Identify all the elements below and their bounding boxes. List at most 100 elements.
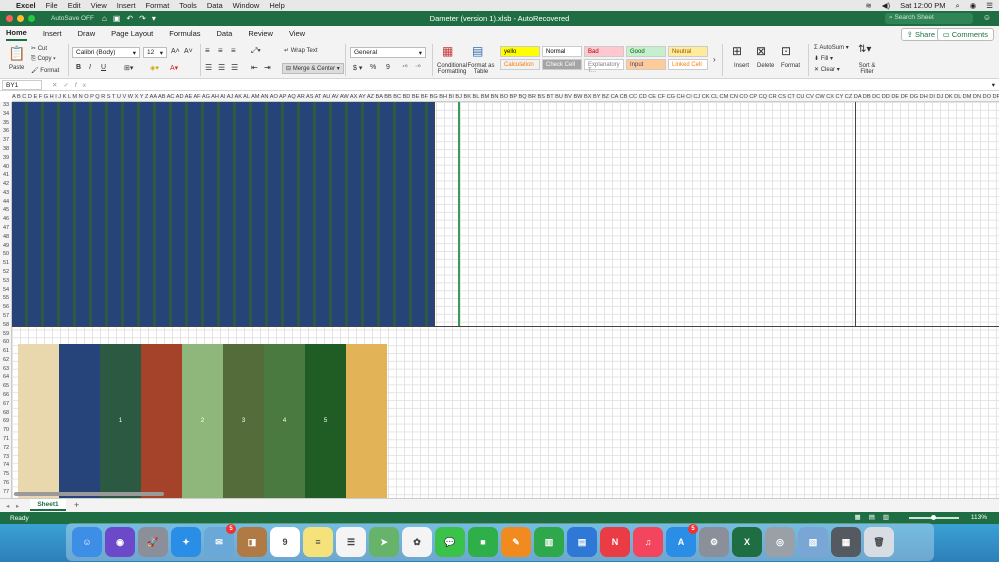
cell-style-bad[interactable]: Bad (584, 46, 624, 57)
mail-icon[interactable]: ✉ 5 (204, 524, 236, 557)
tab-draw[interactable]: Draw (78, 27, 96, 40)
bold-button[interactable]: B (76, 64, 81, 71)
tab-view[interactable]: View (289, 27, 305, 40)
feedback-icon[interactable]: ☺ (983, 13, 991, 22)
photo-folder-icon[interactable]: ▦ (831, 527, 861, 557)
row-header[interactable]: 58 (0, 322, 12, 328)
row-header[interactable]: 34 (0, 111, 12, 117)
paste-button[interactable]: Paste (9, 65, 24, 71)
row-header[interactable]: 35 (0, 120, 12, 126)
safari-icon[interactable]: ✦ (171, 527, 201, 557)
row-header[interactable]: 55 (0, 295, 12, 301)
increase-font-size-icon[interactable]: A˄ (171, 48, 180, 55)
add-sheet-button[interactable]: + (74, 500, 79, 510)
contacts-icon[interactable]: ◨ (237, 527, 267, 557)
autosave-toggle[interactable]: AutoSave OFF (51, 15, 94, 22)
row-header[interactable]: 50 (0, 251, 12, 257)
minimize-window-icon[interactable] (17, 15, 24, 22)
row-header[interactable]: 48 (0, 234, 12, 240)
trash-icon[interactable]: 🗑 (864, 527, 894, 557)
row-header[interactable]: 44 (0, 199, 12, 205)
column-headers[interactable]: A B C D E F G H I J K L M N O P Q R S T … (12, 94, 999, 102)
cell-style-check-cell[interactable]: Check Cell (542, 59, 582, 70)
row-header[interactable]: 52 (0, 269, 12, 275)
home-icon[interactable]: ⌂ (102, 14, 107, 23)
photos-icon[interactable]: ✿ (402, 527, 432, 557)
font-name-select[interactable]: Calibri (Body) ▾ (72, 47, 140, 58)
system-preferences-icon[interactable]: ⚙ (699, 527, 729, 557)
scroll-tabs-left-icon[interactable]: ◂ (6, 502, 9, 510)
share-button[interactable]: ⇪ Share (900, 28, 941, 41)
row-header[interactable]: 70 (0, 427, 12, 433)
row-header[interactable]: 68 (0, 410, 12, 416)
undo-icon[interactable]: ↶ (126, 14, 133, 23)
tab-home[interactable]: Home (6, 26, 27, 41)
wrap-text-button[interactable]: ↵ Wrap Text (284, 47, 318, 54)
format-cells-icon[interactable]: ⊡ (781, 44, 791, 58)
app-store-icon[interactable]: A5 (666, 524, 698, 557)
cell-style-neutral[interactable]: Neutral (668, 46, 708, 57)
row-header[interactable]: 38 (0, 146, 12, 152)
insert-cells-icon[interactable]: ⊞ (732, 44, 742, 58)
normal-view-icon[interactable]: ▦ (855, 513, 861, 521)
row-header[interactable]: 39 (0, 155, 12, 161)
color-swatch[interactable] (141, 344, 182, 498)
row-header[interactable]: 74 (0, 462, 12, 468)
color-swatch[interactable] (346, 344, 387, 498)
color-swatch[interactable]: 2 (182, 344, 223, 498)
zoom-level[interactable]: 113% (971, 514, 987, 521)
tab-insert[interactable]: Insert (43, 27, 62, 40)
decrease-indent-icon[interactable]: ⇤ (251, 63, 258, 72)
format-cells-button[interactable]: Format (781, 63, 800, 69)
cell-style-calculation[interactable]: Calculation (500, 59, 540, 70)
row-header[interactable]: 72 (0, 445, 12, 451)
comma-style-button[interactable]: 9 (386, 64, 390, 71)
color-swatch[interactable]: 3 (223, 344, 264, 498)
number-format-select[interactable]: General ▾ (350, 47, 426, 58)
finder-icon[interactable]: ☺ (72, 527, 102, 557)
font-color-icon[interactable]: A▾ (170, 64, 178, 72)
row-header[interactable]: 40 (0, 164, 12, 170)
cell-style-input[interactable]: Input (626, 59, 666, 70)
menu-insert[interactable]: Insert (117, 1, 136, 10)
zoom-slider-thumb[interactable] (931, 515, 936, 520)
menu-edit[interactable]: Edit (68, 1, 81, 10)
row-header[interactable]: 64 (0, 374, 12, 380)
pages-icon[interactable]: ✎ (501, 527, 531, 557)
sort-filter-button[interactable]: Sort & Filter (852, 63, 882, 75)
row-header[interactable]: 61 (0, 348, 12, 354)
row-header[interactable]: 54 (0, 287, 12, 293)
cell-style-yello[interactable]: yello (500, 46, 540, 57)
merge-center-button[interactable]: ⊟ Merge & Center ▾ (282, 63, 344, 74)
close-window-icon[interactable] (6, 15, 13, 22)
page-layout-view-icon[interactable]: ▤ (869, 513, 875, 521)
spotlight-icon[interactable]: ⌕ (956, 1, 960, 11)
row-header[interactable]: 42 (0, 181, 12, 187)
keynote-icon[interactable]: ▤ (567, 527, 597, 557)
tab-data[interactable]: Data (217, 27, 233, 40)
delete-cells-icon[interactable]: ⊠ (756, 44, 766, 58)
excel-icon[interactable]: X (732, 527, 762, 557)
row-header[interactable]: 51 (0, 260, 12, 266)
align-middle-icon[interactable]: ≡ (218, 46, 223, 55)
row-header[interactable]: 62 (0, 357, 12, 363)
launchpad-icon[interactable]: 🚀 (138, 527, 168, 557)
menu-data[interactable]: Data (207, 1, 223, 10)
menu-help[interactable]: Help (269, 1, 284, 10)
chevron-down-icon[interactable]: ▾ (992, 81, 995, 89)
clock[interactable]: Sat 12:00 PM (900, 1, 945, 10)
color-swatch[interactable] (18, 344, 59, 498)
wifi-icon[interactable]: ≋ (866, 1, 872, 10)
row-header[interactable]: 53 (0, 278, 12, 284)
align-top-icon[interactable]: ≡ (205, 46, 210, 55)
row-header[interactable]: 67 (0, 401, 12, 407)
align-bottom-icon[interactable]: ≡ (231, 46, 236, 55)
currency-button[interactable]: $ ▾ (353, 64, 362, 72)
row-header[interactable]: 75 (0, 471, 12, 477)
fx-label[interactable]: fx (75, 82, 92, 89)
control-center-icon[interactable]: ☰ (986, 1, 993, 10)
cell-style-good[interactable]: Good (626, 46, 666, 57)
fill-color-icon[interactable]: ◈▾ (150, 64, 159, 72)
row-header[interactable]: 65 (0, 383, 12, 389)
volume-icon[interactable]: ◀) (882, 1, 890, 10)
